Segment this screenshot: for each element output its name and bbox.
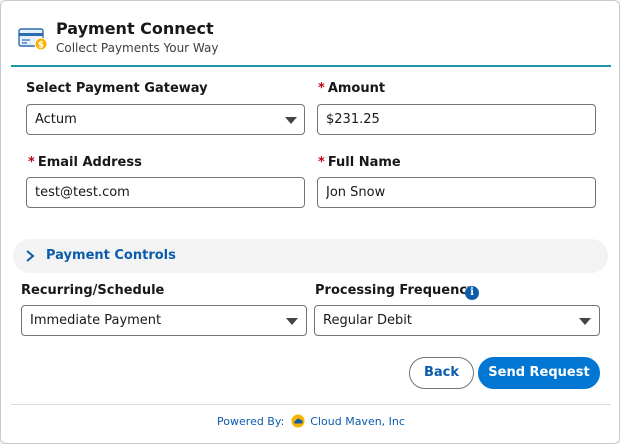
frequency-label: Processing Frequency bbox=[315, 283, 476, 298]
full-name-input[interactable] bbox=[317, 177, 596, 208]
recurring-select[interactable]: Immediate Payment bbox=[21, 305, 307, 336]
full-name-label: * Full Name bbox=[318, 155, 401, 170]
chevron-right-icon bbox=[26, 250, 35, 262]
svg-text:$: $ bbox=[38, 41, 44, 51]
amount-label: * Amount bbox=[318, 81, 386, 96]
card-header: $ Payment Connect Collect Payments Your … bbox=[11, 9, 611, 67]
back-button[interactable]: Back bbox=[409, 357, 474, 389]
chevron-down-icon bbox=[286, 318, 298, 325]
page-subtitle: Collect Payments Your Way bbox=[56, 41, 219, 55]
page-title: Payment Connect bbox=[56, 19, 214, 38]
gateway-select[interactable]: Actum bbox=[26, 104, 305, 135]
powered-by-text: Powered By: bbox=[217, 415, 285, 428]
send-request-button[interactable]: Send Request bbox=[478, 357, 600, 389]
gateway-label: Select Payment Gateway bbox=[26, 81, 208, 96]
email-label: * Email Address bbox=[28, 155, 142, 170]
required-marker: * bbox=[28, 155, 35, 170]
frequency-select[interactable]: Regular Debit bbox=[314, 305, 600, 336]
required-marker: * bbox=[318, 155, 325, 170]
payment-controls-toggle[interactable]: Payment Controls bbox=[13, 239, 608, 273]
recurring-label: Recurring/Schedule bbox=[21, 283, 165, 298]
cloud-maven-logo-icon bbox=[291, 414, 305, 428]
amount-input[interactable] bbox=[317, 104, 596, 135]
credit-card-dollar-icon: $ bbox=[18, 28, 48, 51]
chevron-down-icon bbox=[579, 318, 591, 325]
required-marker: * bbox=[318, 81, 325, 96]
payment-connect-card: $ Payment Connect Collect Payments Your … bbox=[0, 0, 620, 444]
footer: Powered By: Cloud Maven, Inc bbox=[1, 414, 620, 428]
company-link[interactable]: Cloud Maven, Inc bbox=[310, 415, 405, 428]
payment-controls-label: Payment Controls bbox=[46, 248, 176, 263]
footer-divider bbox=[11, 404, 611, 405]
chevron-down-icon bbox=[285, 117, 297, 124]
email-input[interactable] bbox=[26, 177, 305, 208]
info-icon[interactable]: i bbox=[465, 286, 479, 300]
